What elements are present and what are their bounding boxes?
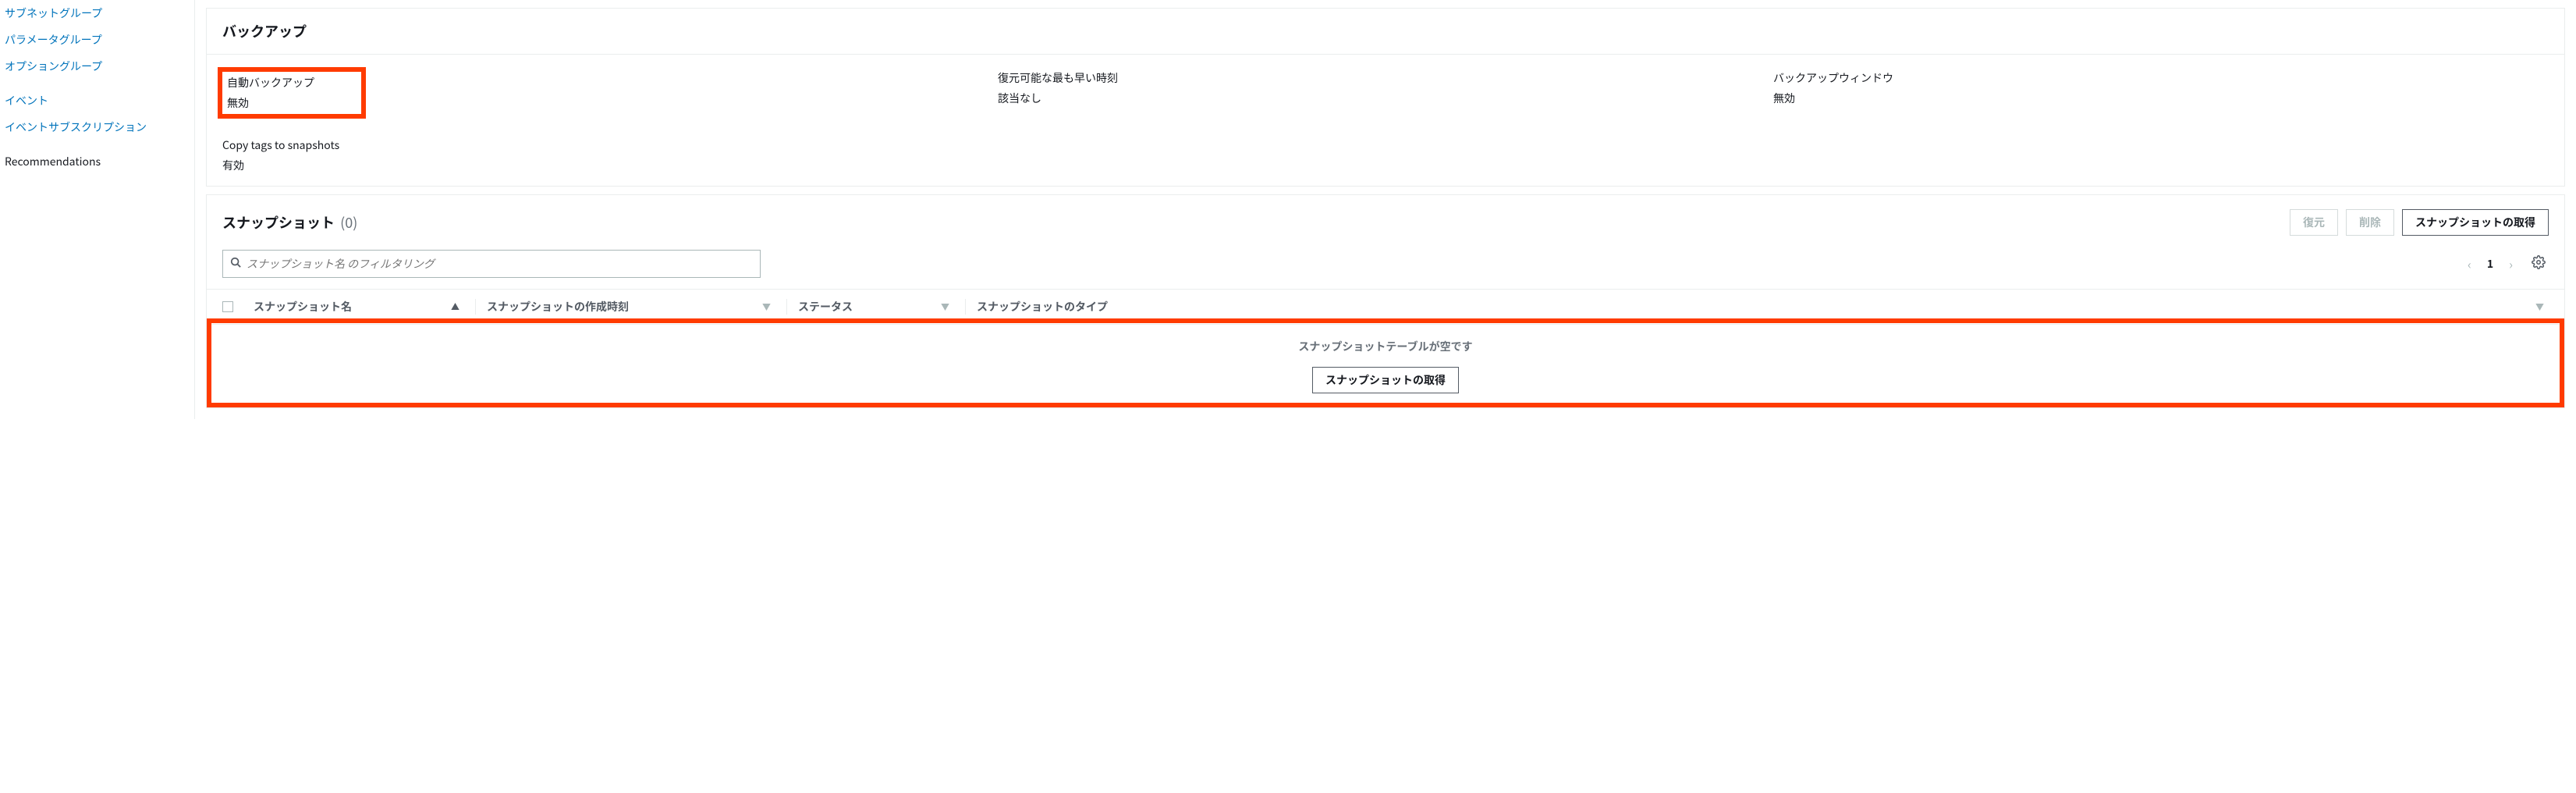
- highlight-annotation-auto-backup: 自動バックアップ 無効: [218, 67, 366, 119]
- backup-restore-value: 該当なし: [998, 91, 1773, 106]
- pager: ‹ 1 ›: [2463, 252, 2549, 276]
- backup-auto-label: 自動バックアップ: [227, 75, 314, 91]
- column-header-status-label: ステータス: [798, 299, 853, 315]
- settings-gear-icon[interactable]: [2528, 252, 2549, 276]
- backup-panel: バックアップ 自動バックアップ 無効 復元可能な最も早い時刻 該当なし: [206, 8, 2565, 187]
- sort-icon: ▼: [941, 300, 954, 313]
- column-header-type[interactable]: スナップショットのタイプ ▼: [977, 299, 2549, 315]
- select-all-checkbox[interactable]: [222, 301, 233, 312]
- sidebar: サブネットグループ パラメータグループ オプショングループ イベント イベントサ…: [0, 0, 195, 419]
- restore-button[interactable]: 復元: [2290, 209, 2338, 236]
- snapshots-panel: スナップショット (0) 復元 削除 スナップショットの取得 ‹: [206, 194, 2565, 408]
- snapshots-count: (0): [340, 212, 357, 233]
- sidebar-item-event-subscriptions[interactable]: イベントサブスクリプション: [5, 114, 194, 140]
- sidebar-item-option-groups[interactable]: オプショングループ: [5, 53, 194, 80]
- column-header-name-label: スナップショット名: [254, 299, 352, 315]
- search-icon: [230, 256, 241, 272]
- delete-button[interactable]: 削除: [2346, 209, 2394, 236]
- sort-asc-icon: ▲: [451, 300, 464, 313]
- backup-restore-label: 復元可能な最も早い時刻: [998, 70, 1773, 86]
- table-header-row: スナップショット名 ▲ スナップショットの作成時刻 ▼ ステータス ▼: [207, 290, 2564, 325]
- column-header-name[interactable]: スナップショット名 ▲: [254, 299, 464, 315]
- backup-window-value: 無効: [1773, 91, 2549, 106]
- sort-icon: ▼: [762, 300, 775, 313]
- sidebar-item-recommendations[interactable]: Recommendations: [5, 148, 194, 175]
- pager-prev-icon[interactable]: ‹: [2463, 253, 2476, 275]
- pager-next-icon[interactable]: ›: [2504, 253, 2517, 275]
- pager-current: 1: [2487, 256, 2493, 272]
- snapshots-title: スナップショット: [222, 212, 335, 233]
- column-header-type-label: スナップショットのタイプ: [977, 299, 1108, 315]
- backup-panel-title: バックアップ: [222, 21, 307, 41]
- column-header-status[interactable]: ステータス ▼: [798, 299, 954, 315]
- snapshot-search-input[interactable]: [222, 250, 761, 278]
- backup-copy-tags-value: 有効: [222, 158, 998, 173]
- backup-window-label: バックアップウィンドウ: [1773, 70, 2549, 86]
- sidebar-item-parameter-groups[interactable]: パラメータグループ: [5, 27, 194, 53]
- backup-panel-header: バックアップ: [207, 9, 2564, 55]
- column-header-created-label: スナップショットの作成時刻: [487, 299, 629, 315]
- column-header-created[interactable]: スナップショットの作成時刻 ▼: [487, 299, 775, 315]
- take-snapshot-button[interactable]: スナップショットの取得: [2402, 209, 2549, 236]
- main-content: バックアップ 自動バックアップ 無効 復元可能な最も早い時刻 該当なし: [195, 0, 2576, 419]
- sidebar-item-subnet-groups[interactable]: サブネットグループ: [5, 0, 194, 27]
- backup-copy-tags-label: Copy tags to snapshots: [222, 137, 998, 153]
- empty-take-snapshot-button[interactable]: スナップショットの取得: [1312, 367, 1459, 393]
- sidebar-item-events[interactable]: イベント: [5, 87, 194, 114]
- empty-table-message: スナップショットテーブルが空です: [1298, 339, 1472, 354]
- snapshots-table: スナップショット名 ▲ スナップショットの作成時刻 ▼ ステータス ▼: [207, 289, 2564, 407]
- sort-icon: ▼: [2535, 300, 2549, 313]
- backup-auto-value: 無効: [227, 95, 314, 111]
